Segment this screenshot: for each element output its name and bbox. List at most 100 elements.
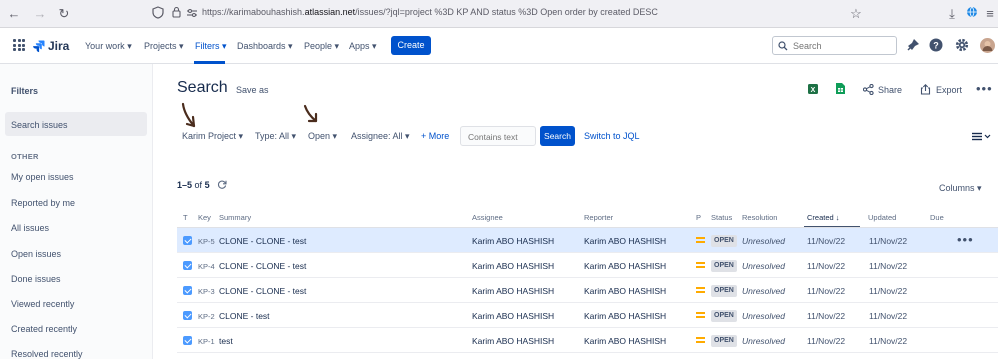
global-search-input[interactable] xyxy=(791,39,891,52)
col-header-due[interactable]: Due xyxy=(930,213,944,222)
search-button[interactable]: Search xyxy=(540,126,575,146)
table-row[interactable]: KP-4 CLONE - CLONE - test Karim ABO HASH… xyxy=(177,253,998,278)
issue-reporter: Karim ABO HASHISH xyxy=(584,336,667,346)
table-row[interactable]: KP-1 test Karim ABO HASHISH Karim ABO HA… xyxy=(177,328,998,353)
sidebar-item-reported-by-me[interactable]: Reported by me xyxy=(11,198,75,208)
reload-icon[interactable]: ↻ xyxy=(56,6,72,22)
col-header-status[interactable]: Status xyxy=(711,213,732,222)
nav-people[interactable]: People ▾ xyxy=(304,41,339,52)
jira-logo[interactable]: Jira xyxy=(33,37,69,55)
notifications-icon[interactable] xyxy=(906,38,922,54)
issue-created: 11/Nov/22 xyxy=(807,311,846,321)
menu-icon[interactable]: ≡ xyxy=(982,6,998,22)
site-info-icon[interactable] xyxy=(168,6,184,22)
col-header-summary[interactable]: Summary xyxy=(219,213,251,222)
col-header-updated[interactable]: Updated xyxy=(868,213,896,222)
save-as-button[interactable]: Save as xyxy=(236,85,269,95)
excel-export-icon[interactable]: X xyxy=(808,84,818,96)
issue-key[interactable]: KP-2 xyxy=(198,312,215,321)
priority-medium-icon xyxy=(696,237,705,243)
sidebar-item-viewed-recently[interactable]: Viewed recently xyxy=(11,299,74,309)
issue-reporter: Karim ABO HASHISH xyxy=(584,286,667,296)
status-badge: OPEN xyxy=(711,260,737,272)
issue-summary[interactable]: test xyxy=(219,336,233,346)
table-row[interactable]: KP-5 CLONE - CLONE - test Karim ABO HASH… xyxy=(177,228,998,253)
nav-your-work[interactable]: Your work ▾ xyxy=(85,41,132,52)
issue-assignee: Karim ABO HASHISH xyxy=(472,261,555,271)
refresh-icon[interactable] xyxy=(217,180,227,189)
list-view-icon[interactable] xyxy=(972,132,992,143)
contains-text-field[interactable] xyxy=(460,126,536,146)
nav-dashboards[interactable]: Dashboards ▾ xyxy=(237,41,293,52)
col-header-created[interactable]: Created ↓ xyxy=(807,213,840,222)
nav-filters[interactable]: Filters ▾ xyxy=(195,41,227,52)
sidebar-item-done-issues[interactable]: Done issues xyxy=(11,274,61,284)
issue-summary[interactable]: CLONE - CLONE - test xyxy=(219,236,306,246)
row-actions-icon[interactable]: ••• xyxy=(957,232,974,247)
nav-apps[interactable]: Apps ▾ xyxy=(349,41,377,52)
sidebar-item-resolved-recently[interactable]: Resolved recently xyxy=(11,349,83,359)
export-icon[interactable] xyxy=(920,84,931,97)
issue-summary[interactable]: CLONE - CLONE - test xyxy=(219,261,306,271)
task-type-icon xyxy=(183,261,192,270)
sidebar-item-all-issues[interactable]: All issues xyxy=(11,223,49,233)
table-row[interactable]: KP-2 CLONE - test Karim ABO HASHISH Kari… xyxy=(177,303,998,328)
issue-summary[interactable]: CLONE - test xyxy=(219,311,270,321)
more-filters-button[interactable]: + More xyxy=(421,131,449,141)
issue-assignee: Karim ABO HASHISH xyxy=(472,336,555,346)
issue-summary[interactable]: CLONE - CLONE - test xyxy=(219,286,306,296)
forward-icon[interactable]: → xyxy=(32,6,48,22)
filter-type[interactable]: Type: All ▾ xyxy=(255,131,296,142)
share-icon[interactable] xyxy=(862,83,874,97)
task-type-icon xyxy=(183,311,192,320)
filter-assignee[interactable]: Assignee: All ▾ xyxy=(351,131,410,142)
avatar[interactable] xyxy=(980,38,996,54)
filter-status[interactable]: Open ▾ xyxy=(308,131,337,142)
create-button[interactable]: Create xyxy=(391,36,431,55)
issue-resolution: Unresolved xyxy=(742,236,785,246)
app-switcher-icon[interactable] xyxy=(13,39,25,51)
global-search[interactable] xyxy=(772,36,897,55)
issue-resolution: Unresolved xyxy=(742,336,785,346)
sheets-export-icon[interactable] xyxy=(836,83,845,96)
issue-key[interactable]: KP-1 xyxy=(198,337,215,346)
issue-updated: 11/Nov/22 xyxy=(869,236,908,246)
switch-to-jql-link[interactable]: Switch to JQL xyxy=(584,131,640,141)
downloads-icon[interactable]: ⤓ xyxy=(944,6,960,22)
shield-icon[interactable] xyxy=(150,6,166,22)
back-icon[interactable]: ← xyxy=(6,6,22,22)
col-header-key[interactable]: Key xyxy=(198,213,211,222)
settings-icon[interactable] xyxy=(955,38,971,54)
issue-updated: 11/Nov/22 xyxy=(869,336,908,346)
sidebar-item-created-recently[interactable]: Created recently xyxy=(11,324,77,334)
col-header-priority[interactable]: P xyxy=(696,213,701,222)
table-row[interactable]: KP-3 CLONE - CLONE - test Karim ABO HASH… xyxy=(177,278,998,303)
issue-assignee: Karim ABO HASHISH xyxy=(472,311,555,321)
issue-resolution: Unresolved xyxy=(742,286,785,296)
issue-key[interactable]: KP-3 xyxy=(198,287,215,296)
issue-key[interactable]: KP-4 xyxy=(198,262,215,271)
col-header-resolution[interactable]: Resolution xyxy=(742,213,777,222)
more-actions-icon[interactable]: ••• xyxy=(976,81,993,96)
sidebar-item-search-issues-label[interactable]: Search issues xyxy=(11,120,68,130)
help-icon[interactable]: ? xyxy=(929,38,945,54)
nav-projects[interactable]: Projects ▾ xyxy=(144,41,184,52)
sidebar-item-my-open-issues[interactable]: My open issues xyxy=(11,172,74,182)
col-header-type[interactable]: T xyxy=(183,213,188,222)
contains-text-input[interactable] xyxy=(466,130,532,143)
col-header-assignee[interactable]: Assignee xyxy=(472,213,503,222)
sidebar-item-open-issues[interactable]: Open issues xyxy=(11,249,61,259)
export-button[interactable]: Export xyxy=(936,85,962,95)
permissions-icon[interactable] xyxy=(184,6,200,22)
priority-medium-icon xyxy=(696,312,705,318)
issue-key[interactable]: KP-5 xyxy=(198,237,215,246)
url-bar[interactable]: https://karimabouhashish.atlassian.net/i… xyxy=(202,7,658,17)
issue-created: 11/Nov/22 xyxy=(807,286,846,296)
share-button[interactable]: Share xyxy=(878,85,902,95)
extension-globe-icon[interactable] xyxy=(964,6,980,22)
filter-project[interactable]: Karim Project ▾ xyxy=(182,131,243,142)
bookmark-star-icon[interactable]: ☆ xyxy=(848,6,864,22)
columns-button[interactable]: Columns ▾ xyxy=(939,183,982,194)
col-header-reporter[interactable]: Reporter xyxy=(584,213,613,222)
svg-text:?: ? xyxy=(933,41,939,51)
